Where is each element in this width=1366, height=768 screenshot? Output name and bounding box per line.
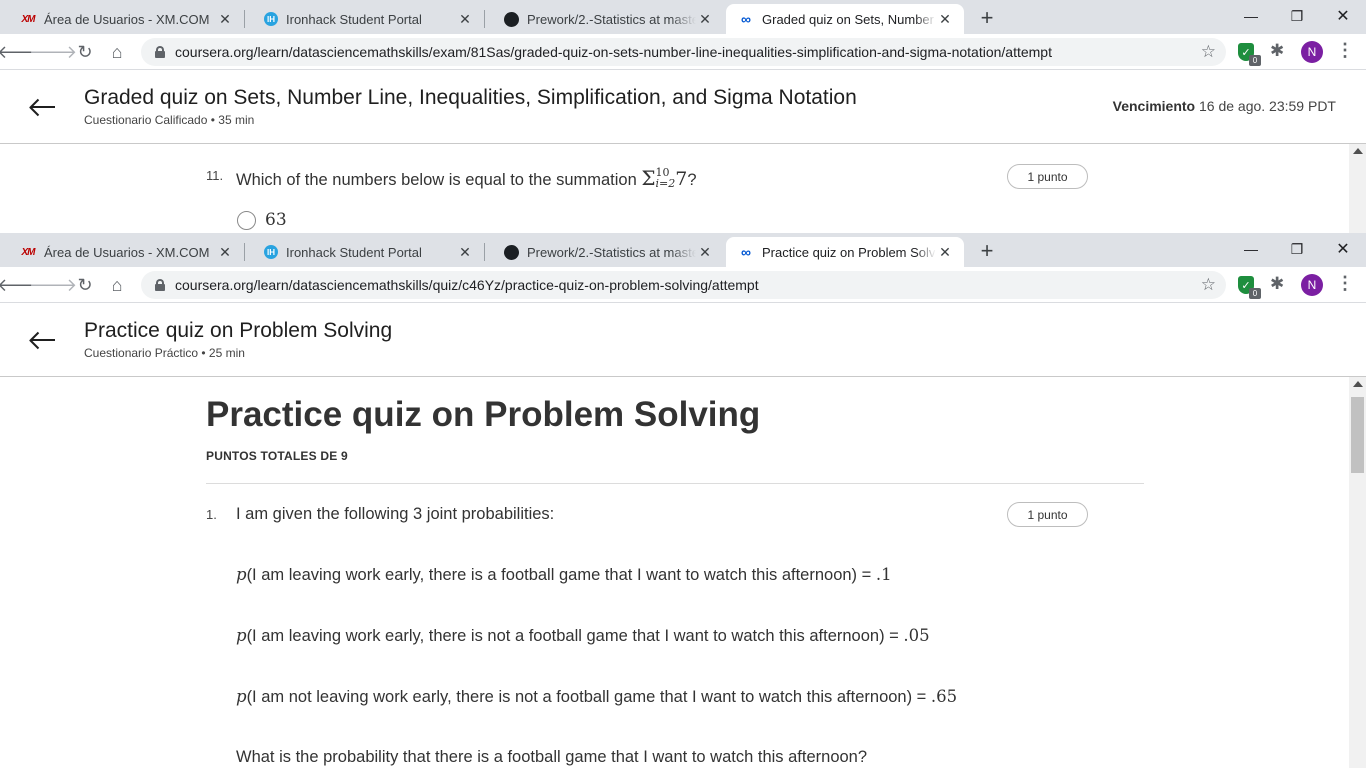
option-label[interactable]: 63: [265, 210, 287, 230]
extensions-puzzle-icon[interactable]: ✱: [1270, 274, 1284, 294]
github-icon: [504, 11, 519, 27]
home-button[interactable]: ⌂: [105, 273, 129, 297]
scrollbar-thumb: [1351, 397, 1364, 473]
tab-ironhack[interactable]: IH Ironhack Student Portal ✕: [244, 4, 484, 34]
new-tab-button[interactable]: +: [975, 238, 999, 263]
question-number: 1.: [206, 507, 217, 522]
minimize-button[interactable]: —: [1228, 4, 1274, 28]
tab-title: Ironhack Student Portal: [286, 244, 422, 260]
quiz-header: Practice quiz on Problem Solving Cuestio…: [0, 303, 1366, 377]
due-label: Vencimiento: [1112, 98, 1196, 114]
total-points: PUNTOS TOTALES DE 9: [206, 449, 348, 463]
extension-badge: 0: [1249, 55, 1261, 66]
question-number: 11.: [206, 168, 224, 183]
forward-button[interactable]: 🡒: [29, 273, 77, 297]
quiz-header: Graded quiz on Sets, Number Line, Inequa…: [0, 70, 1366, 144]
lock-icon: [155, 46, 165, 58]
tab-github[interactable]: Prework/2.-Statistics at master · N ✕: [484, 4, 724, 34]
tab-close-icon[interactable]: ✕: [216, 243, 234, 261]
option-radio[interactable]: [237, 211, 256, 230]
scrollbar[interactable]: [1349, 144, 1366, 233]
question-text: Which of the numbers below is equal to t…: [236, 165, 697, 190]
question-prompt: What is the probability that there is a …: [236, 748, 868, 766]
ironhack-icon: IH: [264, 12, 278, 26]
tab-close-icon[interactable]: ✕: [936, 243, 954, 261]
quiz-title: Graded quiz on Sets, Number Line, Inequa…: [84, 86, 857, 109]
tab-title: Ironhack Student Portal: [286, 11, 422, 27]
coursera-icon: ∞: [741, 11, 751, 27]
github-icon: [504, 244, 519, 260]
tab-title: Área de Usuarios - XM.COM: [44, 11, 210, 27]
restore-button[interactable]: ❐: [1274, 4, 1320, 28]
tab-close-icon[interactable]: ✕: [936, 10, 954, 28]
tab-github[interactable]: Prework/2.-Statistics at master · N ✕: [484, 237, 724, 267]
address-bar[interactable]: coursera.org/learn/datasciencemathskills…: [141, 271, 1226, 299]
tab-title: Prework/2.-Statistics at master · N: [527, 11, 696, 27]
ironhack-icon: IH: [264, 245, 278, 259]
extensions-puzzle-icon[interactable]: ✱: [1270, 41, 1284, 61]
tab-strip: XM Área de Usuarios - XM.COM ✕ IH Ironha…: [0, 0, 1366, 34]
reload-button[interactable]: ↻: [73, 40, 97, 64]
due-value: 16 de ago. 23:59 PDT: [1199, 98, 1336, 114]
address-toolbar: 🡐 🡒 ↻ ⌂ coursera.org/learn/datasciencema…: [0, 267, 1366, 303]
tab-graded-quiz[interactable]: ∞ Graded quiz on Sets, Number Line ✕: [726, 4, 964, 34]
home-button[interactable]: ⌂: [105, 40, 129, 64]
points-badge: 1 punto: [1007, 164, 1088, 189]
menu-kebab-icon[interactable]: ⋮: [1336, 273, 1354, 294]
due-date: Vencimiento 16 de ago. 23:59 PDT: [1113, 98, 1336, 114]
browser-window-graded-quiz: XM Área de Usuarios - XM.COM ✕ IH Ironha…: [0, 0, 1366, 233]
new-tab-button[interactable]: +: [975, 5, 999, 30]
tab-close-icon[interactable]: ✕: [456, 10, 474, 28]
tab-ironhack[interactable]: IH Ironhack Student Portal ✕: [244, 237, 484, 267]
bookmark-star-icon[interactable]: ☆: [1201, 42, 1216, 62]
forward-button[interactable]: 🡒: [29, 40, 77, 64]
points-badge: 1 punto: [1007, 502, 1088, 527]
back-arrow-icon[interactable]: [29, 94, 55, 120]
close-window-button[interactable]: ✕: [1320, 4, 1366, 28]
scrollbar[interactable]: [1349, 377, 1366, 768]
menu-kebab-icon[interactable]: ⋮: [1336, 40, 1354, 61]
probability-line: p(I am leaving work early, there is a fo…: [236, 565, 892, 584]
restore-button[interactable]: ❐: [1274, 237, 1320, 261]
tab-xm[interactable]: XM Área de Usuarios - XM.COM ✕: [0, 237, 244, 267]
address-bar[interactable]: coursera.org/learn/datasciencemathskills…: [141, 38, 1226, 66]
quiz-content: 11. Which of the numbers below is equal …: [0, 144, 1366, 233]
tab-close-icon[interactable]: ✕: [216, 10, 234, 28]
xm-logo-icon: XM: [21, 246, 36, 258]
tab-xm[interactable]: XM Área de Usuarios - XM.COM ✕: [0, 4, 244, 34]
tab-strip: XM Área de Usuarios - XM.COM ✕ IH Ironha…: [0, 233, 1366, 267]
bookmark-star-icon[interactable]: ☆: [1201, 275, 1216, 295]
url-text: coursera.org/learn/datasciencemathskills…: [175, 44, 1052, 60]
tab-title: Prework/2.-Statistics at master · N: [527, 244, 696, 260]
tab-close-icon[interactable]: ✕: [456, 243, 474, 261]
quiz-subtitle: Cuestionario Práctico • 25 min: [84, 346, 245, 360]
probability-line: p(I am not leaving work early, there is …: [236, 687, 958, 706]
lock-icon: [155, 279, 165, 291]
browser-window-practice-quiz: XM Área de Usuarios - XM.COM ✕ IH Ironha…: [0, 233, 1366, 768]
quiz-subtitle: Cuestionario Calificado • 35 min: [84, 113, 255, 127]
tab-close-icon[interactable]: ✕: [696, 243, 714, 261]
page-title: Practice quiz on Problem Solving: [206, 395, 761, 434]
coursera-icon: ∞: [741, 244, 751, 260]
extension-badge: 0: [1249, 288, 1261, 299]
quiz-content: Practice quiz on Problem Solving PUNTOS …: [0, 377, 1366, 768]
profile-avatar[interactable]: N: [1301, 41, 1323, 63]
probability-line: p(I am leaving work early, there is not …: [236, 626, 930, 645]
divider: [206, 483, 1144, 484]
url-text: coursera.org/learn/datasciencemathskills…: [175, 277, 759, 293]
xm-logo-icon: XM: [21, 13, 36, 25]
address-toolbar: 🡐 🡒 ↻ ⌂ coursera.org/learn/datasciencema…: [0, 34, 1366, 70]
profile-avatar[interactable]: N: [1301, 274, 1323, 296]
close-window-button[interactable]: ✕: [1320, 237, 1366, 261]
tab-title: Área de Usuarios - XM.COM: [44, 244, 210, 260]
reload-button[interactable]: ↻: [73, 273, 97, 297]
tab-title: Graded quiz on Sets, Number Line: [762, 11, 936, 27]
quiz-title: Practice quiz on Problem Solving: [84, 319, 393, 342]
question-text: I am given the following 3 joint probabi…: [236, 505, 555, 523]
tab-practice-quiz[interactable]: ∞ Practice quiz on Problem Solving ✕: [726, 237, 964, 267]
tab-title: Practice quiz on Problem Solving: [762, 244, 936, 260]
tab-close-icon[interactable]: ✕: [696, 10, 714, 28]
minimize-button[interactable]: —: [1228, 237, 1274, 261]
back-arrow-icon[interactable]: [29, 327, 55, 353]
